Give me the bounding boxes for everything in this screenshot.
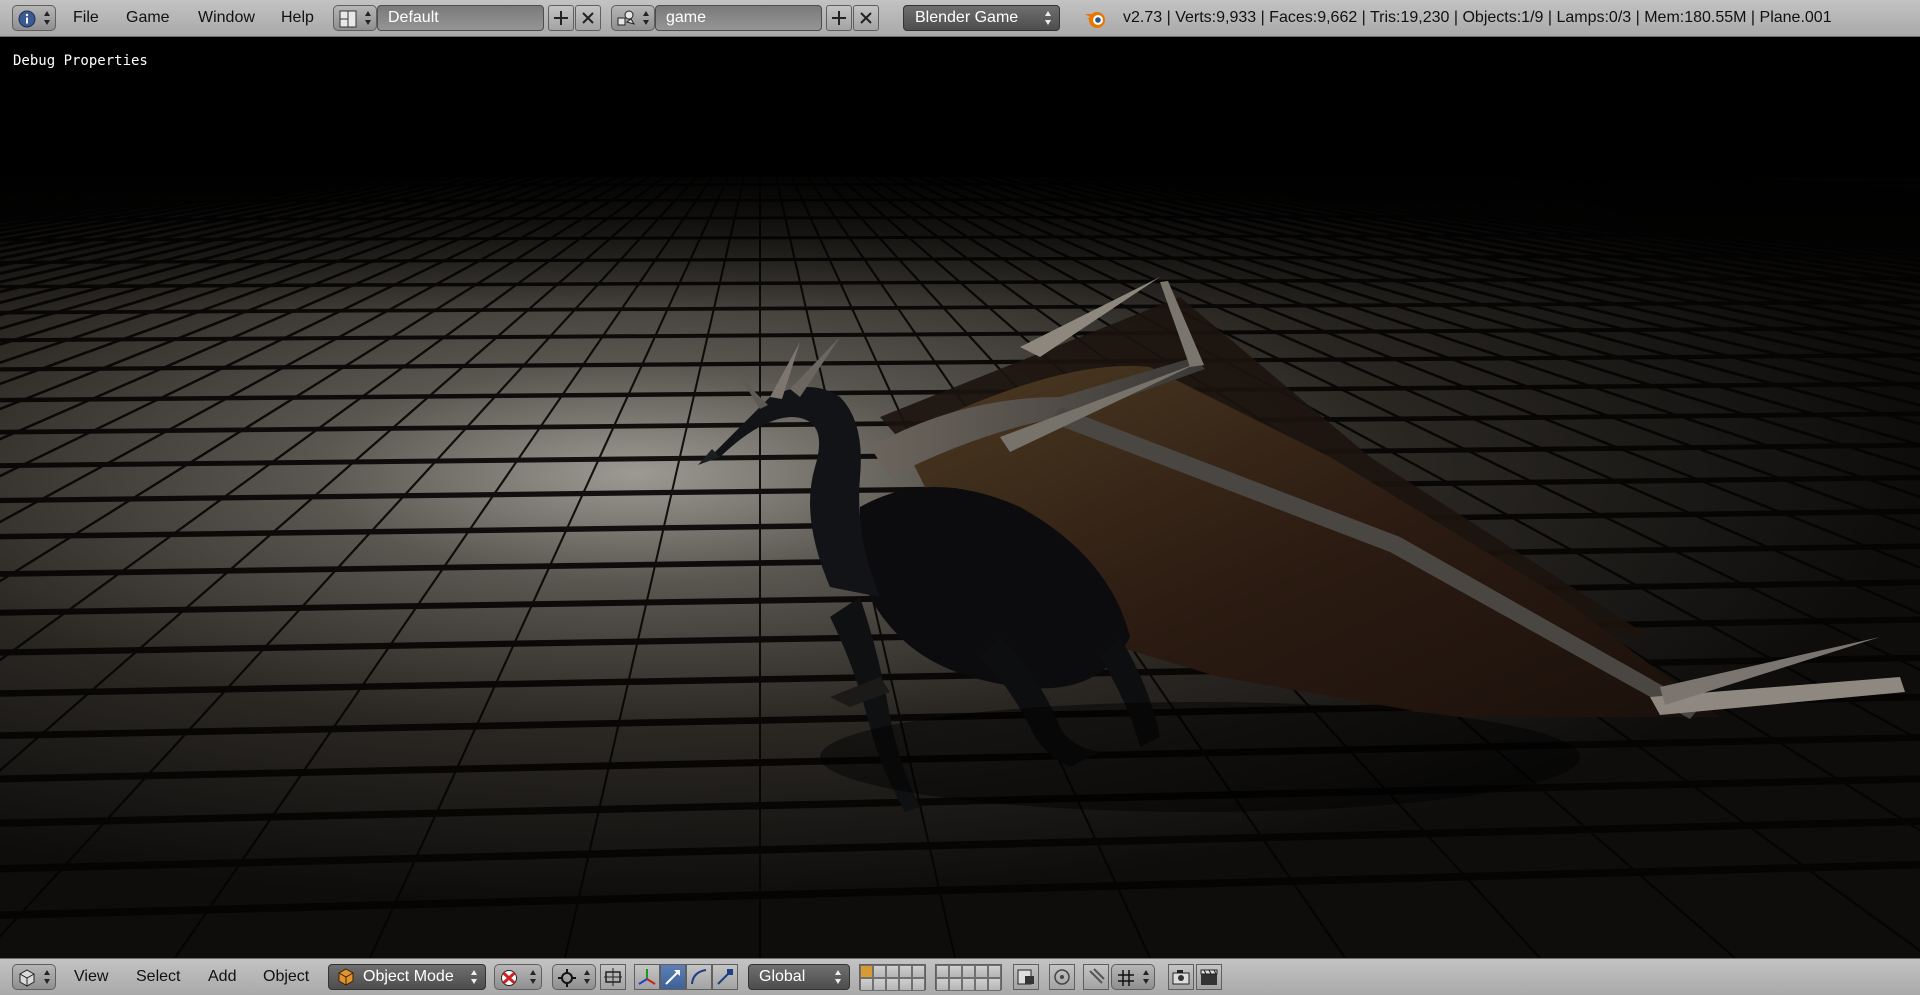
layer-button[interactable] xyxy=(899,965,912,978)
lock-camera-layers-button[interactable] xyxy=(1013,964,1039,990)
rotate-manipulator-button[interactable] xyxy=(686,964,712,990)
scene-layers-group-2[interactable] xyxy=(935,964,1002,991)
blender-logo-icon xyxy=(1085,12,1105,28)
layer-button[interactable] xyxy=(912,965,925,978)
rotate-icon xyxy=(691,969,707,985)
menu-add[interactable]: Add xyxy=(208,968,236,986)
opengl-animation-button[interactable] xyxy=(1196,964,1222,990)
orientation-label: Global xyxy=(759,968,806,985)
scale-manipulator-button[interactable] xyxy=(712,964,738,990)
layer-button[interactable] xyxy=(886,978,899,991)
info-icon xyxy=(18,10,36,28)
layer-button[interactable] xyxy=(899,978,912,991)
add-scene-button[interactable] xyxy=(826,5,852,31)
game-render-scene xyxy=(0,37,1920,958)
viewport-shading-select[interactable] xyxy=(494,964,542,990)
scene-icon xyxy=(617,10,635,26)
layer-button[interactable] xyxy=(873,965,886,978)
clapboard-icon xyxy=(1200,969,1218,985)
info-header: File Game Window Help Default game Blend… xyxy=(0,0,1920,37)
manipulator-icon xyxy=(638,969,656,985)
view3d-header: View Select Add Object Object Mode Globa… xyxy=(0,958,1920,995)
layer-button[interactable] xyxy=(962,978,975,991)
menu-object[interactable]: Object xyxy=(263,968,309,986)
layer-button[interactable] xyxy=(988,965,1001,978)
translate-manipulator-button[interactable] xyxy=(660,964,686,990)
3d-viewport[interactable]: Debug Properties xyxy=(0,37,1920,958)
menu-file[interactable]: File xyxy=(73,9,99,27)
editor-type-selector[interactable] xyxy=(12,964,56,990)
layer-button[interactable] xyxy=(873,978,886,991)
layer-button[interactable] xyxy=(949,978,962,991)
updown-arrows-icon xyxy=(643,11,649,25)
layer-button[interactable] xyxy=(936,965,949,978)
debug-properties-overlay: Debug Properties xyxy=(13,53,148,69)
menu-game[interactable]: Game xyxy=(126,9,170,27)
scene-layers-group-1[interactable] xyxy=(859,964,926,991)
layer-button[interactable] xyxy=(988,978,1001,991)
layer-button[interactable] xyxy=(860,978,873,991)
mode-label: Object Mode xyxy=(363,968,454,985)
updown-arrows-icon xyxy=(44,970,50,984)
plus-icon xyxy=(832,11,846,25)
camera-icon xyxy=(1172,970,1190,985)
layer-button[interactable] xyxy=(949,965,962,978)
scene-name-field[interactable]: game xyxy=(655,5,822,31)
layer-button[interactable] xyxy=(975,965,988,978)
menu-view[interactable]: View xyxy=(74,968,108,986)
layer-button[interactable] xyxy=(975,978,988,991)
render-engine-label: Blender Game xyxy=(915,9,1019,26)
render-engine-select[interactable]: Blender Game xyxy=(903,5,1060,31)
snap-element-select[interactable] xyxy=(1111,964,1155,990)
opengl-render-button[interactable] xyxy=(1168,964,1194,990)
proportional-editing-button[interactable] xyxy=(1049,964,1075,990)
layer-button[interactable] xyxy=(936,978,949,991)
screen-layout-browse[interactable] xyxy=(333,5,377,31)
align-icon xyxy=(604,968,622,986)
updown-arrows-icon xyxy=(1143,970,1149,984)
pivot-icon xyxy=(558,969,576,987)
add-screen-button[interactable] xyxy=(548,5,574,31)
close-icon xyxy=(860,12,872,24)
translate-icon xyxy=(665,970,680,985)
plus-icon xyxy=(554,11,568,25)
close-icon xyxy=(582,12,594,24)
layer-button[interactable] xyxy=(962,965,975,978)
magnet-icon xyxy=(1089,968,1105,984)
transform-orientation-select[interactable]: Global xyxy=(748,964,850,990)
updown-arrows-icon xyxy=(1045,11,1051,25)
pivot-point-select[interactable] xyxy=(552,964,596,990)
snap-grid-icon xyxy=(1118,970,1134,986)
menu-select[interactable]: Select xyxy=(136,968,180,986)
layers-lock-icon xyxy=(1017,969,1034,985)
layout-icon xyxy=(339,10,357,28)
snap-toggle-button[interactable] xyxy=(1083,964,1109,990)
remove-scene-button[interactable] xyxy=(853,5,879,31)
proportional-edit-icon xyxy=(1054,969,1070,985)
layer-button[interactable] xyxy=(912,978,925,991)
updown-arrows-icon xyxy=(584,970,590,984)
updown-arrows-icon xyxy=(365,11,371,25)
screen-layout-name-field[interactable]: Default xyxy=(377,5,544,31)
scale-icon xyxy=(717,969,733,985)
interaction-mode-select[interactable]: Object Mode xyxy=(328,964,486,990)
updown-arrows-icon xyxy=(530,970,536,984)
menu-help[interactable]: Help xyxy=(281,9,314,27)
updown-arrows-icon xyxy=(835,970,841,984)
layer-button[interactable] xyxy=(886,965,899,978)
remove-screen-button[interactable] xyxy=(575,5,601,31)
editor-type-selector[interactable] xyxy=(12,5,56,31)
layer-button[interactable] xyxy=(860,965,873,978)
scene-browse[interactable] xyxy=(611,5,655,31)
shading-icon xyxy=(501,970,517,986)
manipulator-toggle[interactable] xyxy=(634,964,660,990)
snap-pivot-button[interactable] xyxy=(600,964,626,990)
cube-icon xyxy=(338,968,354,986)
menu-window[interactable]: Window xyxy=(198,9,255,27)
view3d-icon xyxy=(19,969,35,987)
updown-arrows-icon xyxy=(44,11,50,25)
updown-arrows-icon xyxy=(471,970,477,984)
scene-statistics: v2.73 | Verts:9,933 | Faces:9,662 | Tris… xyxy=(1123,9,1832,26)
